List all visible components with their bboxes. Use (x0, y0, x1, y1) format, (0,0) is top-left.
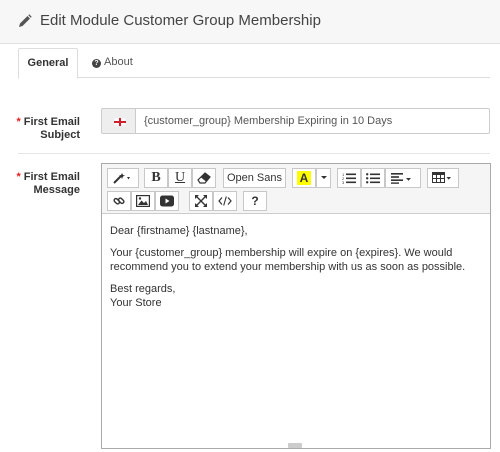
rich-text-editor: B U Open Sans A 1 2 3 ? Dear {firstname}… (101, 163, 491, 449)
subject-label: * First Email Subject (16, 116, 80, 142)
help-button[interactable]: ? (243, 191, 267, 211)
help-icon: ? (251, 194, 259, 208)
insert-link-button[interactable] (107, 191, 131, 211)
font-family-value: Open Sans (226, 172, 283, 184)
align-left-icon (391, 173, 412, 184)
highlight-color-button[interactable]: A (292, 168, 316, 188)
tab-bar: General ? About (18, 48, 490, 79)
subject-label-line1: First Email (23, 116, 80, 128)
insert-picture-button[interactable] (131, 191, 155, 211)
svg-text:3: 3 (342, 180, 345, 184)
page-title: Edit Module Customer Group Membership (40, 12, 321, 29)
color-dropdown-toggle[interactable] (316, 168, 331, 188)
pencil-icon (19, 14, 32, 27)
language-flag-addon (101, 108, 135, 134)
clear-formatting-button[interactable] (192, 168, 216, 188)
ordered-list-button[interactable]: 1 2 3 (337, 168, 361, 188)
video-icon (160, 195, 174, 207)
highlight-letter: A (297, 171, 311, 185)
message-label-line1: First Email (23, 171, 80, 183)
message-label: * First Email Message (16, 171, 80, 197)
picture-icon (136, 195, 150, 207)
link-icon (113, 197, 125, 205)
table-icon (431, 172, 451, 183)
fullscreen-button[interactable] (189, 191, 213, 211)
magic-wand-icon (112, 173, 130, 184)
code-view-button[interactable] (213, 191, 237, 211)
paragraph-align-dropdown[interactable] (385, 168, 421, 188)
panel-heading: Edit Module Customer Group Membership (0, 0, 500, 44)
chevron-down-icon (320, 176, 327, 179)
message-greeting: Dear {firstname} {lastname}, (110, 225, 248, 237)
message-signature: Your Store (110, 297, 162, 309)
fullscreen-icon (195, 195, 207, 207)
subject-input[interactable] (135, 108, 490, 134)
message-body: Your {customer_group} membership will ex… (110, 247, 466, 273)
code-icon (218, 196, 232, 206)
insert-video-button[interactable] (155, 191, 179, 211)
message-label-line2: Message (33, 184, 80, 196)
ordered-list-icon: 1 2 3 (342, 172, 356, 184)
question-circle-icon: ? (92, 59, 101, 68)
bold-button[interactable]: B (144, 168, 168, 188)
tab-about[interactable]: ? About (90, 48, 133, 78)
england-flag-icon (114, 118, 126, 126)
unordered-list-button[interactable] (361, 168, 385, 188)
divider (18, 153, 490, 154)
tab-general-label: General (27, 57, 69, 69)
eraser-icon (197, 172, 211, 184)
font-family-dropdown[interactable]: Open Sans (223, 168, 286, 197)
underline-button[interactable]: U (168, 168, 192, 188)
message-closing: Best regards, (110, 283, 176, 295)
required-marker: * (16, 171, 21, 183)
editor-toolbar: B U Open Sans A 1 2 3 ? (102, 164, 490, 214)
resize-handle[interactable] (288, 443, 302, 448)
unordered-list-icon (366, 173, 380, 184)
bold-icon: B (151, 170, 161, 185)
tab-about-label: About (104, 56, 133, 68)
required-marker: * (16, 116, 21, 128)
style-button[interactable] (107, 168, 139, 188)
subject-label-line2: Subject (40, 129, 80, 141)
table-dropdown[interactable] (427, 168, 459, 188)
underline-icon: U (174, 170, 186, 185)
tab-general[interactable]: General (18, 48, 78, 79)
editor-content[interactable]: Dear {firstname} {lastname}, Your {custo… (110, 224, 482, 310)
